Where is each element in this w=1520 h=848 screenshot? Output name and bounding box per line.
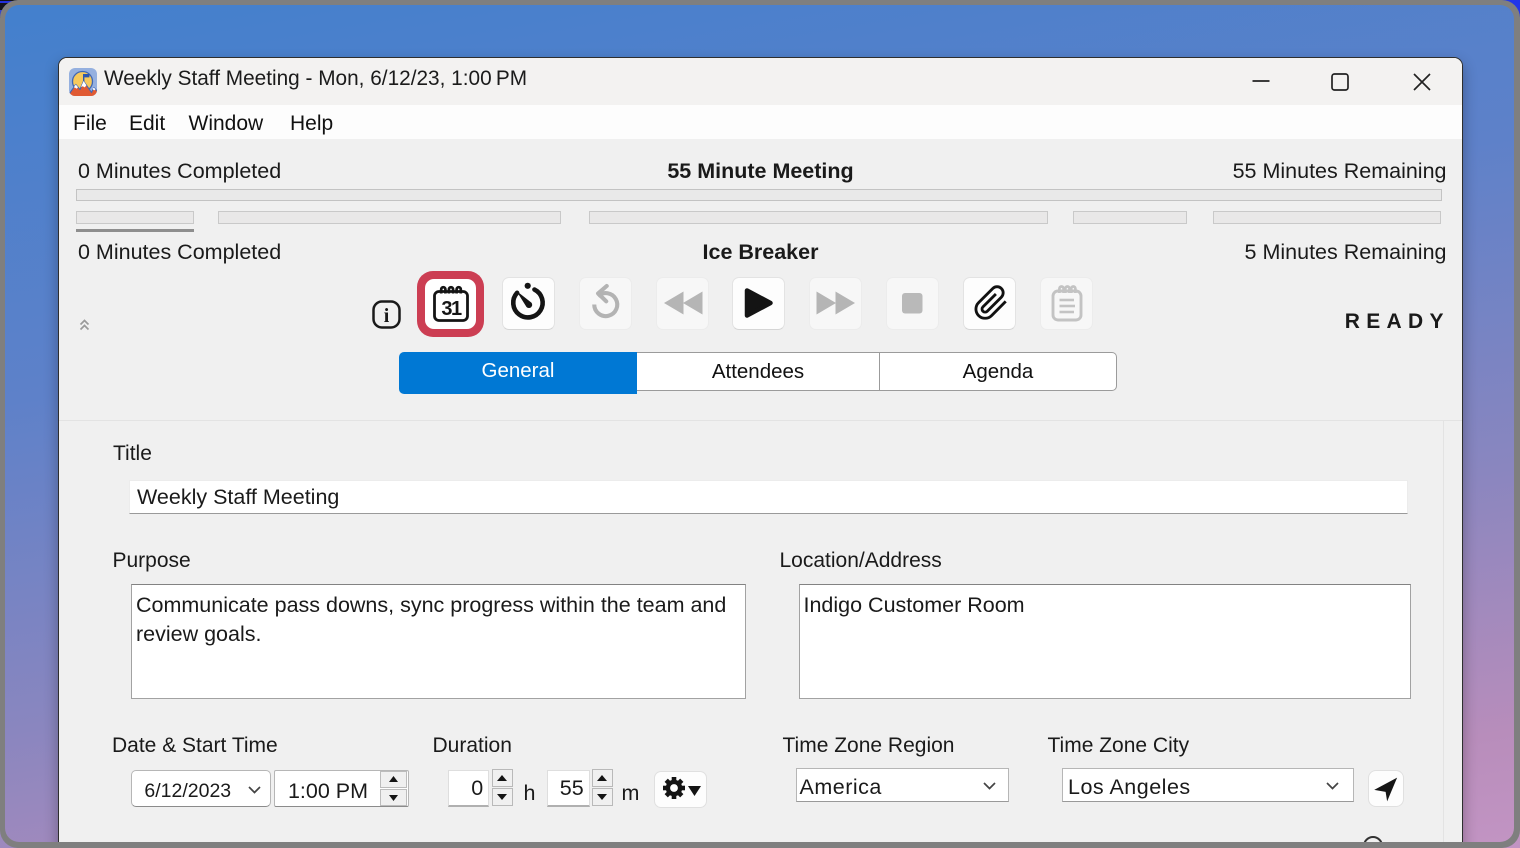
svg-text:i: i xyxy=(384,305,390,327)
svg-text:31: 31 xyxy=(441,298,462,320)
